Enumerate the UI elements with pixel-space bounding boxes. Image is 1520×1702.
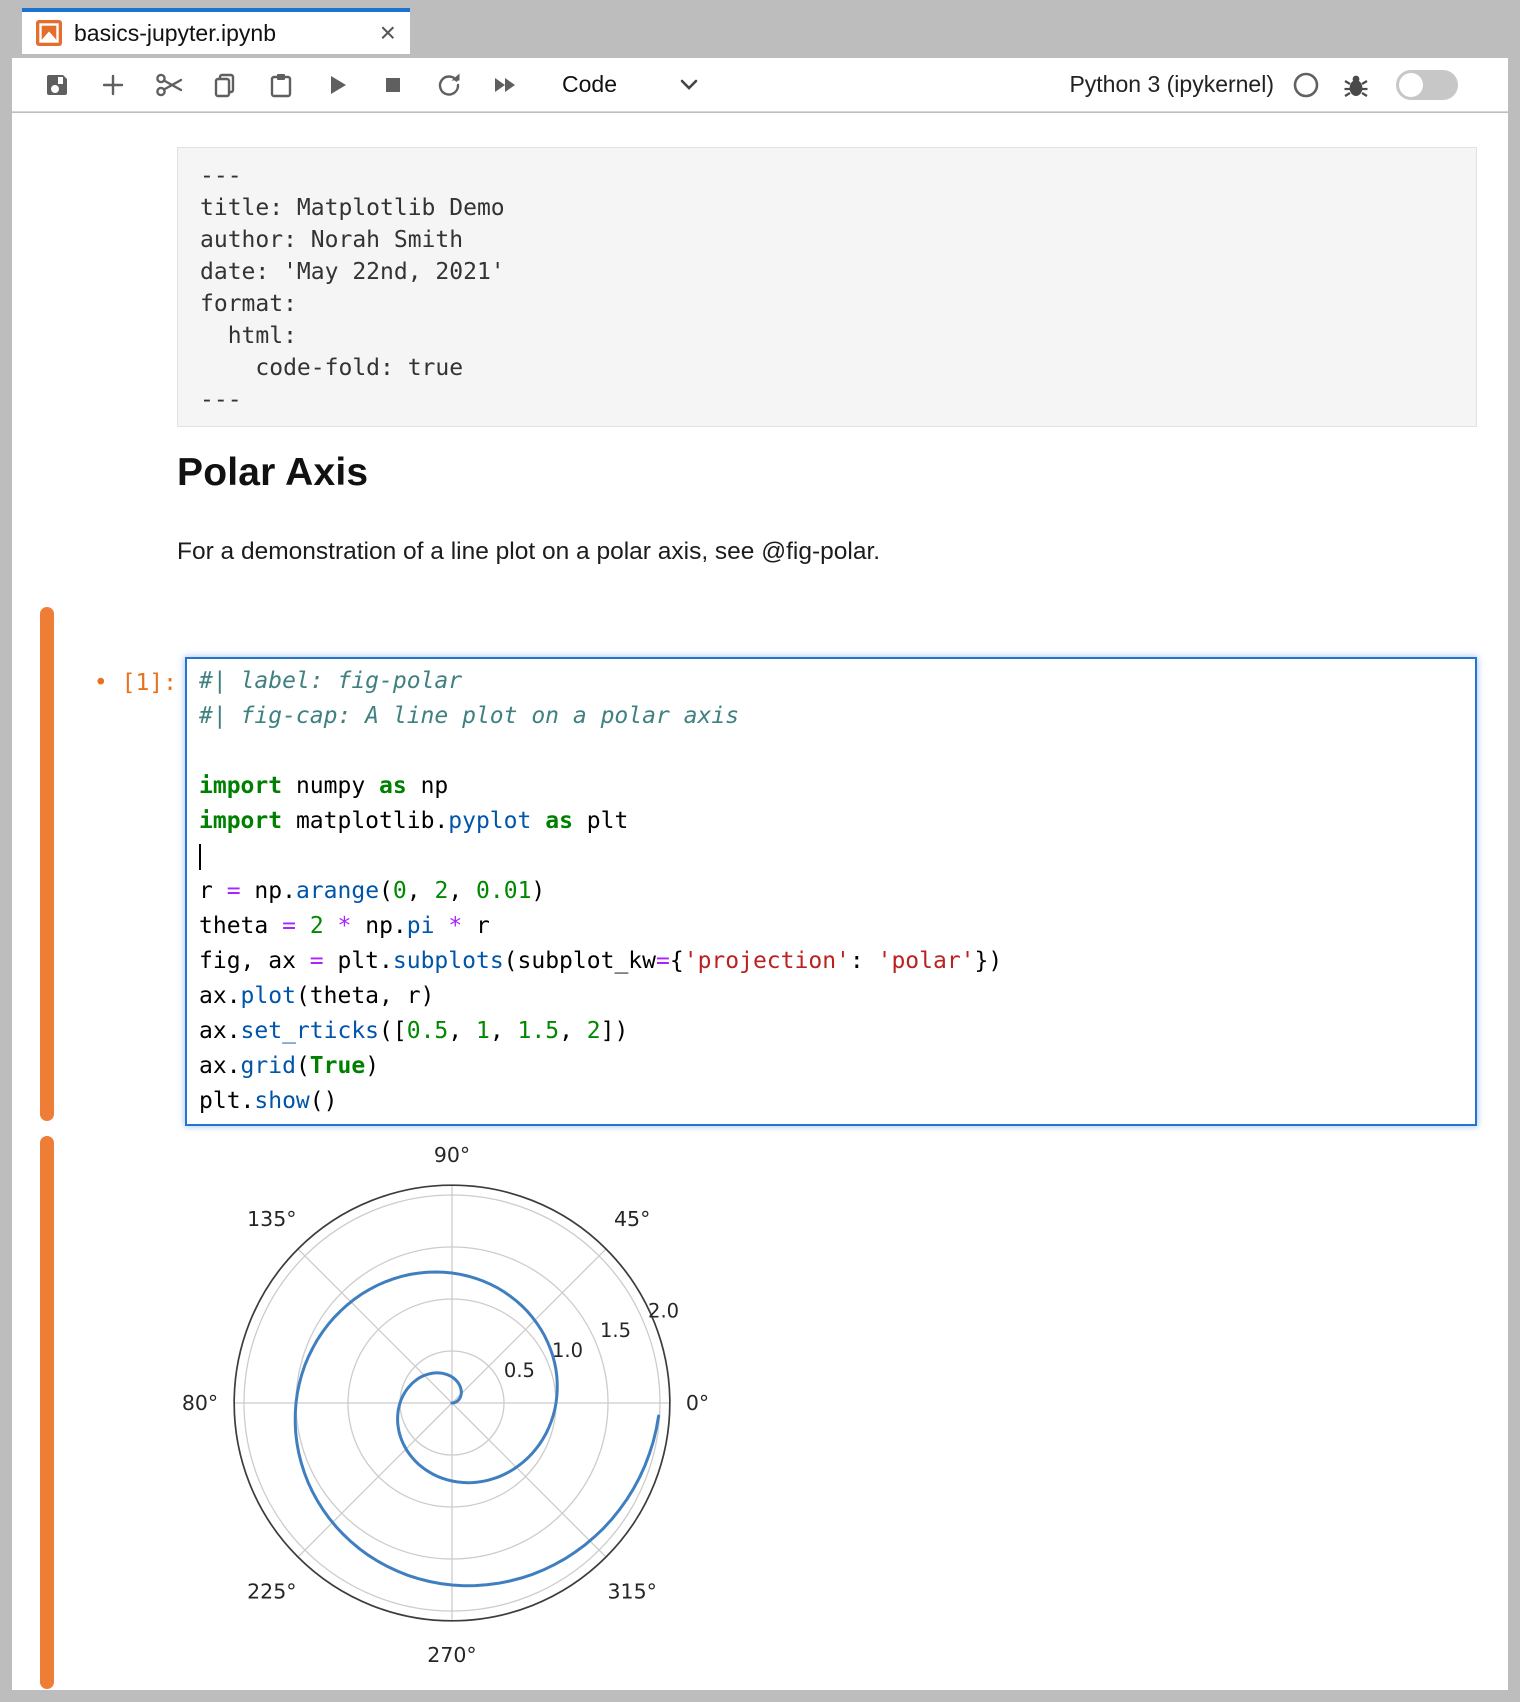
cell-type-dropdown[interactable]: Code (562, 71, 699, 98)
close-icon[interactable]: × (380, 19, 396, 47)
copy-cells-button[interactable] (210, 70, 240, 100)
code-line: ax.grid(True) (199, 1049, 1463, 1084)
jupyterlab-window: basics-jupyter.ipynb × (0, 0, 1520, 1702)
raw-cell-line: --- (200, 384, 1476, 416)
theta-tick-label: 180° (180, 1391, 218, 1415)
cut-cells-button[interactable] (154, 70, 184, 100)
code-line (199, 734, 1463, 769)
code-line: fig, ax = plt.subplots(subplot_kw={'proj… (199, 944, 1463, 979)
r-tick-label: 2.0 (648, 1299, 679, 1322)
notebook-file-icon (36, 20, 62, 46)
raw-cell-line: author: Norah Smith (200, 224, 1476, 256)
notebook-toolbar: Code Python 3 (ipykernel) (12, 58, 1508, 112)
chevron-down-icon (679, 79, 699, 91)
code-line: plt.show() (199, 1084, 1463, 1119)
add-cell-button[interactable] (98, 70, 128, 100)
restart-kernel-button[interactable] (434, 70, 464, 100)
interrupt-kernel-button[interactable] (378, 70, 408, 100)
copy-cells-icon (211, 71, 239, 99)
tab-bar: basics-jupyter.ipynb × (0, 0, 1520, 58)
save-icon (43, 71, 71, 99)
theta-tick-label: 270° (427, 1643, 476, 1667)
cut-cells-icon (154, 70, 184, 100)
toolbar-right-group: Python 3 (ipykernel) (1069, 70, 1508, 100)
output-collapser[interactable] (40, 1136, 54, 1689)
simple-mode-toggle[interactable] (1396, 70, 1458, 100)
theta-tick-label: 225° (247, 1580, 296, 1604)
stop-kernel-icon (379, 71, 407, 99)
r-tick-label: 1.5 (600, 1319, 631, 1342)
run-all-icon (490, 71, 520, 99)
theta-tick-label: 315° (607, 1580, 656, 1604)
markdown-heading: Polar Axis (177, 451, 368, 495)
code-line: import numpy as np (199, 769, 1463, 804)
code-line: #| label: fig-polar (199, 664, 1463, 699)
theta-tick-label: 0° (686, 1391, 709, 1415)
kernel-status-icon (1292, 71, 1320, 99)
raw-cell-line: --- (200, 160, 1476, 192)
r-tick-label: 0.5 (504, 1359, 535, 1382)
code-line: ax.set_rticks([0.5, 1, 1.5, 2]) (199, 1014, 1463, 1049)
notebook-tab[interactable]: basics-jupyter.ipynb × (22, 8, 410, 54)
markdown-paragraph: For a demonstration of a line plot on a … (177, 538, 880, 566)
debugger-button[interactable] (1342, 71, 1370, 99)
paste-cells-icon (267, 71, 295, 99)
save-button[interactable] (42, 70, 72, 100)
toggle-knob (1399, 73, 1423, 97)
code-line (199, 839, 1463, 874)
code-line: import matplotlib.pyplot as plt (199, 804, 1463, 839)
cell-type-value: Code (562, 71, 617, 98)
polar-plot-output: 0° 45° 90° 135° 180° 225° 270° 315° 0.5 1.0 1.5 2.0 (180, 1125, 740, 1690)
raw-cell-line: code-fold: true (200, 352, 1476, 384)
run-cell-icon (323, 71, 351, 99)
code-line: ax.plot(theta, r) (199, 979, 1463, 1014)
theta-tick-label: 45° (614, 1207, 650, 1231)
r-tick-label: 1.0 (552, 1339, 583, 1362)
code-cell-editor[interactable]: #| label: fig-polar#| fig-cap: A line pl… (185, 657, 1477, 1126)
kernel-name[interactable]: Python 3 (ipykernel) (1069, 71, 1274, 98)
theta-tick-label: 135° (247, 1207, 296, 1231)
raw-cell-line: title: Matplotlib Demo (200, 192, 1476, 224)
run-cell-button[interactable] (322, 70, 352, 100)
code-line: theta = 2 * np.pi * r (199, 909, 1463, 944)
add-cell-icon (99, 71, 127, 99)
theta-tick-label: 90° (434, 1143, 470, 1167)
paste-cells-button[interactable] (266, 70, 296, 100)
raw-cell-line: date: 'May 22nd, 2021' (200, 256, 1476, 288)
kernel-status-indicator[interactable] (1292, 71, 1320, 99)
raw-cell-line: html: (200, 320, 1476, 352)
raw-cell-line: format: (200, 288, 1476, 320)
code-line: #| fig-cap: A line plot on a polar axis (199, 699, 1463, 734)
restart-kernel-icon (435, 71, 463, 99)
raw-frontmatter-cell[interactable]: ---title: Matplotlib Demoauthor: Norah S… (177, 147, 1477, 427)
debugger-bug-icon (1342, 71, 1370, 99)
execution-prompt: • [1]: (52, 670, 177, 696)
code-line: r = np.arange(0, 2, 0.01) (199, 874, 1463, 909)
tab-title: basics-jupyter.ipynb (74, 20, 372, 47)
notebook-content: ---title: Matplotlib Demoauthor: Norah S… (12, 113, 1508, 1690)
restart-run-all-button[interactable] (490, 70, 520, 100)
